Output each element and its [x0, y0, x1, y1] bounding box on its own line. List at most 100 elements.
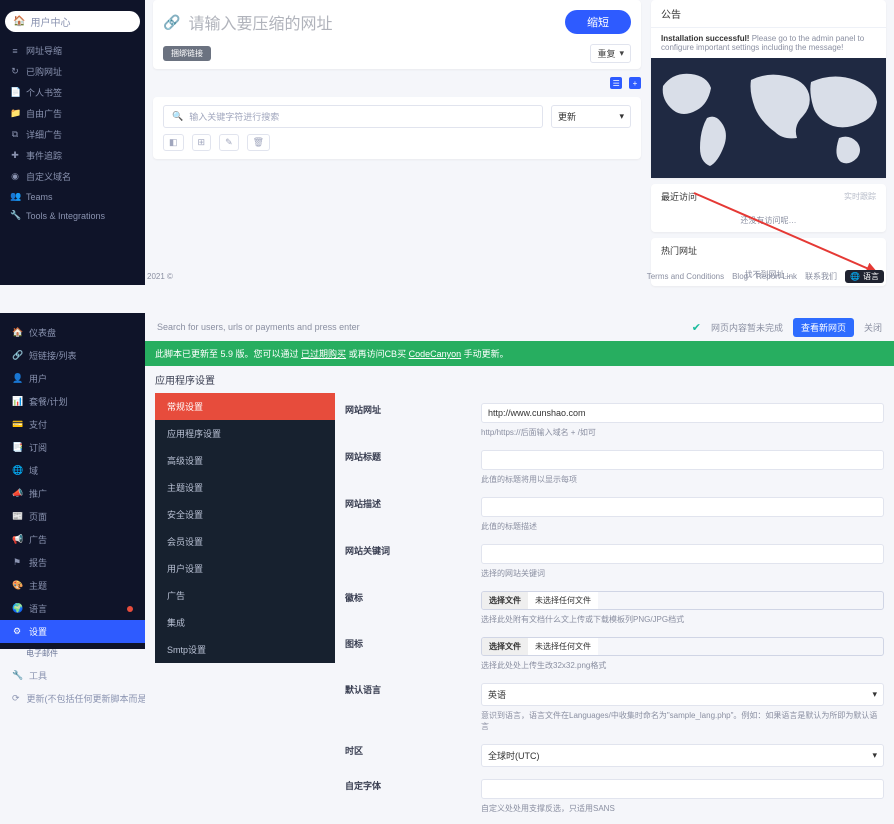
admin-sidebar-links[interactable]: 🔗短链接/列表 [0, 344, 145, 367]
admin-sidebar-themes[interactable]: 🎨主题 [0, 574, 145, 597]
admin-sidebar-email[interactable]: 电子邮件 [0, 643, 145, 664]
settings-nav-smtp[interactable]: Smtp设置 [155, 636, 335, 663]
settings-nav-app[interactable]: 应用程序设置 [155, 420, 335, 447]
wrench-icon: 🔧 [10, 210, 20, 221]
admin-sidebar-dashboard[interactable]: 🏠仪表盘 [0, 321, 145, 344]
file-icon: 📄 [10, 87, 20, 98]
filter-card: 🔍 输入关键字符进行搜索 更新 ▾ ◧ ⊞ ✎ 🗑 [153, 97, 641, 159]
page-icon: 📰 [12, 511, 22, 522]
copyright: 2021 © [147, 272, 173, 281]
settings-nav-security[interactable]: 安全设置 [155, 501, 335, 528]
sidebar-item-tracking[interactable]: ✚事件追踪 [0, 145, 145, 166]
footer-report[interactable]: Report Link [756, 272, 797, 281]
expired-purchase-link[interactable]: 已过期购买 [301, 349, 346, 359]
people-icon: 👥 [10, 191, 20, 202]
settings-nav-user[interactable]: 用户设置 [155, 555, 335, 582]
view-list-icon[interactable]: ☰ [610, 77, 622, 89]
repeat-select[interactable]: 重复 ▾ [590, 44, 631, 63]
view-site-button[interactable]: 查看新网页 [793, 318, 854, 337]
wrench-icon: 🔧 [12, 670, 22, 681]
world-map[interactable] [651, 58, 886, 178]
doc-icon: 📑 [12, 442, 22, 453]
filter-archive-button[interactable]: ◧ [163, 134, 184, 151]
search-input[interactable]: 🔍 输入关键字符进行搜索 [163, 105, 543, 128]
user-center-pill[interactable]: 🏠 用户中心 [5, 11, 140, 32]
sidebar-item-bookmarks[interactable]: 📄个人书签 [0, 82, 145, 103]
footer-blog[interactable]: Blog [732, 272, 748, 281]
footer-contact[interactable]: 联系我们 [805, 271, 837, 282]
admin-sidebar-settings[interactable]: ⚙设置 [0, 620, 145, 643]
icon-file-button[interactable]: 选择文件 未选择任何文件 [481, 637, 884, 656]
gear-icon: ⚙ [12, 626, 22, 637]
admin-sidebar-domains[interactable]: 🌐域 [0, 459, 145, 482]
refresh-icon: ⟳ [12, 693, 20, 704]
shorten-card: 🔗 请输入要压缩的网址 缩短 捆绑链接 重复 ▾ [153, 0, 641, 69]
bundle-links-button[interactable]: 捆绑链接 [163, 46, 211, 61]
close-button[interactable]: 关闭 [864, 321, 882, 334]
update-notice: 此脚本已更新至 5.9 版。您可以通过 已过期购买 或再访问CB买 CodeCa… [145, 341, 894, 366]
sidebar-item-tools[interactable]: 🔧Tools & Integrations [0, 206, 145, 225]
add-icon[interactable]: + [629, 77, 641, 89]
logo-file-button[interactable]: 选择文件 未选择任何文件 [481, 591, 884, 610]
timezone-select[interactable]: 全球时(UTC) ▾ [481, 744, 884, 767]
link-icon: 🔗 [12, 350, 22, 361]
admin-sidebar-payments[interactable]: 💳支付 [0, 413, 145, 436]
settings-nav-theme[interactable]: 主题设置 [155, 474, 335, 501]
site-desc-field[interactable] [481, 497, 884, 517]
admin-sidebar-promo[interactable]: 📣推广 [0, 482, 145, 505]
custom-font-field[interactable] [481, 779, 884, 799]
chevron-down-icon: ▾ [619, 111, 624, 122]
hot-title: 热门网址 [661, 244, 697, 257]
settings-nav-membership[interactable]: 会员设置 [155, 528, 335, 555]
sidebar-item-shorten[interactable]: ≡网址导缩 [0, 40, 145, 61]
home-icon: 🏠 [13, 16, 25, 27]
admin-sidebar-pages[interactable]: 📰页面 [0, 505, 145, 528]
section-title: 应用程序设置 [145, 366, 894, 393]
footer-terms[interactable]: Terms and Conditions [647, 272, 724, 281]
globe-icon: 🌐 [12, 465, 22, 476]
shorten-button[interactable]: 缩短 [565, 10, 631, 34]
sidebar-item-domain[interactable]: ◉自定义域名 [0, 166, 145, 187]
settings-nav-ads[interactable]: 广告 [155, 582, 335, 609]
chart-icon: 📊 [12, 396, 22, 407]
admin-sidebar-language[interactable]: 🌍语言 [0, 597, 145, 620]
admin-search-input[interactable]: Search for users, urls or payments and p… [157, 322, 360, 332]
card-icon: 💳 [12, 419, 22, 430]
settings-nav: 常规设置 应用程序设置 高级设置 主题设置 安全设置 会员设置 用户设置 广告 … [155, 393, 335, 663]
sidebar-item-freead[interactable]: 📁自由广告 [0, 103, 145, 124]
recent-visits-panel: 最近访问 实时跟踪 还没有访问呢… [651, 184, 886, 232]
url-input[interactable]: 请输入要压缩的网址 [188, 6, 557, 38]
admin-sidebar-plans[interactable]: 📊套餐/计划 [0, 390, 145, 413]
site-title-field[interactable] [481, 450, 884, 470]
flag-icon: ⚑ [12, 557, 22, 568]
settings-nav-integrations[interactable]: 集成 [155, 609, 335, 636]
sort-select[interactable]: 更新 ▾ [551, 105, 631, 128]
filter-edit-button[interactable]: ✎ [219, 134, 239, 151]
footer: 2021 © Terms and Conditions Blog Report … [145, 268, 886, 285]
codecanyon-link[interactable]: CodeCanyon [409, 349, 462, 359]
site-url-field[interactable] [481, 403, 884, 423]
admin-sidebar-users[interactable]: 👤用户 [0, 367, 145, 390]
settings-nav-advanced[interactable]: 高级设置 [155, 447, 335, 474]
settings-nav-general[interactable]: 常规设置 [155, 393, 335, 420]
sidebar-item-purchased[interactable]: ↻已购网址 [0, 61, 145, 82]
admin-sidebar-update[interactable]: ⟳更新(不包括任何更新脚本而是HTMASC下载更新) [0, 687, 145, 710]
megaphone-icon: 📣 [12, 488, 22, 499]
language-button[interactable]: 🌐 语言 [845, 270, 884, 283]
refresh-icon: ↻ [10, 66, 20, 77]
user-center-label: 用户中心 [30, 14, 70, 29]
admin-sidebar-subscriptions[interactable]: 📑订阅 [0, 436, 145, 459]
sidebar-item-teams[interactable]: 👥Teams [0, 187, 145, 206]
site-keywords-field[interactable] [481, 544, 884, 564]
recent-realtime[interactable]: 实时跟踪 [844, 191, 876, 202]
chevron-down-icon: ▾ [872, 689, 877, 700]
admin-sidebar-ads[interactable]: 📢广告 [0, 528, 145, 551]
admin-sidebar-reports[interactable]: ⚑报告 [0, 551, 145, 574]
admin-sidebar-tools[interactable]: 🔧工具 [0, 664, 145, 687]
sidebar-item-fullad[interactable]: ⧉详细广告 [0, 124, 145, 145]
chevron-down-icon: ▾ [872, 750, 877, 761]
filter-delete-button[interactable]: 🗑 [247, 134, 270, 151]
filter-grid-button[interactable]: ⊞ [192, 134, 212, 151]
default-language-select[interactable]: 英语 ▾ [481, 683, 884, 706]
palette-icon: 🎨 [12, 580, 22, 591]
